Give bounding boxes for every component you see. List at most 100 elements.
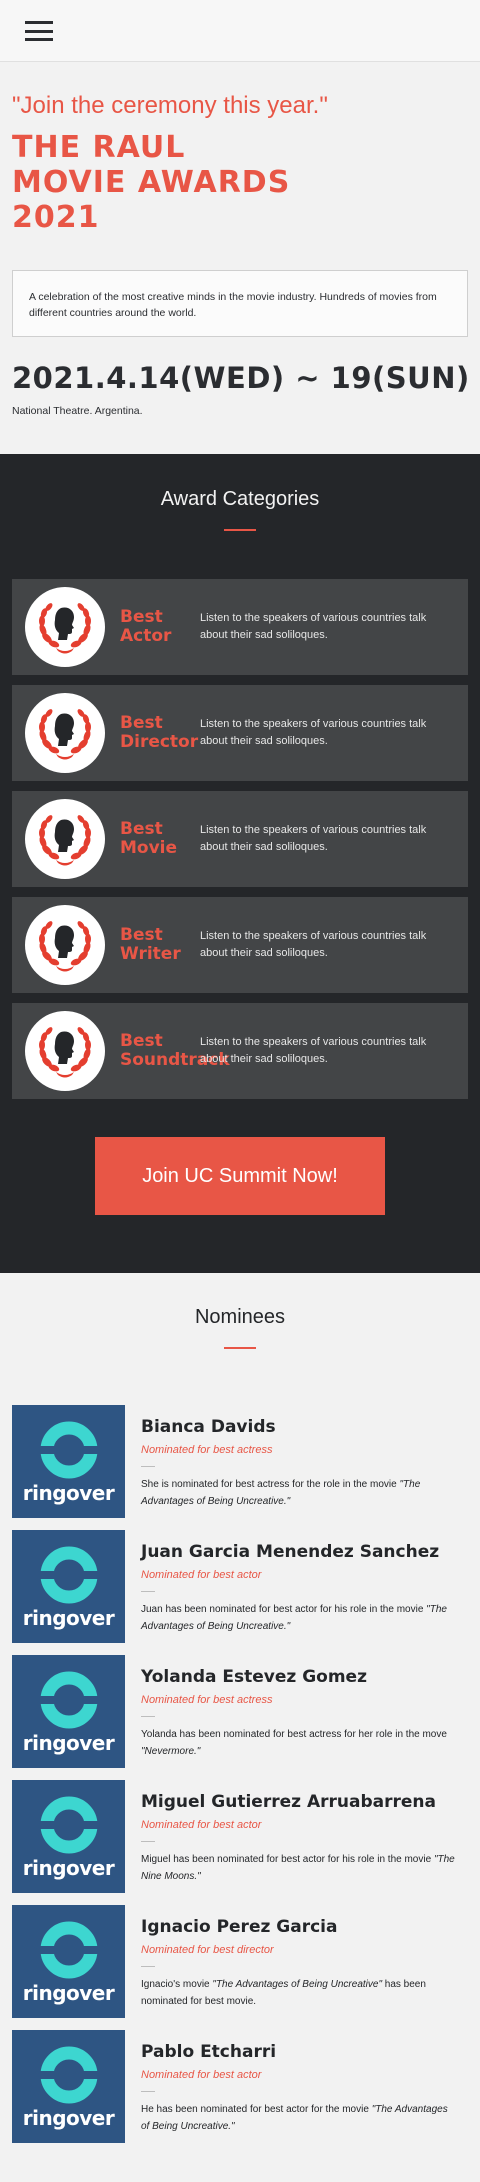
nominee-role: Nominated for best actor [141, 1569, 262, 1581]
nominee-role: Nominated for best actress [141, 1694, 273, 1706]
ringover-ring-icon [37, 1671, 100, 1729]
nominee-text-before: Ignacio's movie [141, 1979, 213, 1990]
award-list: Best Actor Listen to the speakers of var… [0, 579, 480, 1099]
award-name-line1: Best [120, 1031, 163, 1051]
award-name: Best Actor [120, 608, 200, 646]
ringover-logo: ringover [12, 1655, 125, 1768]
nominee-card[interactable]: ringover Yolanda Estevez Gomez Nominated… [12, 1655, 468, 1769]
nominee-card[interactable]: ringover Bianca Davids Nominated for bes… [12, 1405, 468, 1519]
nominees-section: Nominees ringover Bianca Davids Nominate… [0, 1273, 480, 2182]
ringover-ring-icon [37, 2046, 100, 2104]
section-divider [224, 529, 256, 531]
ringover-logo: ringover [12, 1780, 125, 1893]
nominee-body: Bianca Davids Nominated for best actress… [141, 1405, 468, 1519]
hero-title-line: 2021 [12, 200, 100, 235]
award-name: Best Soundtrack [120, 1031, 230, 1070]
laurel-silhouette-icon [25, 693, 105, 773]
ringover-ring-icon [37, 1796, 100, 1854]
laurel-silhouette-icon [25, 587, 105, 667]
nominee-body: Yolanda Estevez Gomez Nominated for best… [141, 1655, 468, 1769]
section-divider [224, 1347, 256, 1349]
award-name-line2: Movie [120, 838, 178, 858]
laurel-silhouette-icon [25, 1011, 105, 1091]
nominee-name: Juan Garcia Menendez Sanchez [141, 1542, 440, 1562]
ringover-logo: ringover [12, 2030, 125, 2143]
ringover-ring-icon [37, 1921, 100, 1979]
nominee-card[interactable]: ringover Juan Garcia Menendez Sanchez No… [12, 1530, 468, 1644]
top-bar [0, 0, 480, 62]
award-name-line2: Director [120, 732, 199, 752]
nominee-card[interactable]: ringover Ignacio Perez Garcia Nominated … [12, 1905, 468, 2019]
nominee-movie: "The Advantages of Being Uncreative" [212, 1979, 382, 1990]
nominee-list: ringover Bianca Davids Nominated for bes… [0, 1405, 480, 2144]
menu-line [25, 38, 53, 41]
hero-description: A celebration of the most creative minds… [12, 270, 468, 337]
nominee-text: Yolanda has been nominated for best actr… [141, 1726, 456, 1760]
award-card[interactable]: Best Movie Listen to the speakers of var… [12, 791, 468, 887]
ringover-logo: ringover [12, 1530, 125, 1643]
award-name: Best Director [120, 714, 200, 752]
award-description: Listen to the speakers of various countr… [200, 824, 427, 853]
hamburger-menu-icon[interactable] [25, 21, 53, 41]
ringover-ring-icon [37, 1546, 100, 1604]
nominee-name: Yolanda Estevez Gomez [141, 1667, 367, 1687]
nominee-text-before: He has been nominated for best actor for… [141, 2104, 372, 2115]
nominee-text: He has been nominated for best actor for… [141, 2101, 456, 2135]
event-date: 2021.4.14(WED) ~ 19(SUN) [12, 361, 470, 395]
award-description: Listen to the speakers of various countr… [200, 930, 427, 959]
nominee-movie: "Nevermore." [141, 1746, 201, 1757]
award-description: Listen to the speakers of various countr… [200, 1036, 427, 1065]
nominee-text: She is nominated for best actress for th… [141, 1476, 456, 1510]
ringover-logo: ringover [12, 1405, 125, 1518]
laurel-silhouette-svg [39, 1027, 91, 1078]
award-card[interactable]: Best Soundtrack Listen to the speakers o… [12, 1003, 468, 1099]
hero-section: "Join the ceremony this year." THE RAUL … [0, 62, 480, 454]
nominee-card[interactable]: ringover Miguel Gutierrez Arruabarrena N… [12, 1780, 468, 1894]
award-description: Listen to the speakers of various countr… [200, 718, 427, 747]
hero-title-line: THE RAUL [12, 130, 186, 165]
award-description: Listen to the speakers of various countr… [200, 612, 427, 641]
nominee-text: Ignacio's movie "The Advantages of Being… [141, 1976, 456, 2010]
nominee-rule [141, 1841, 155, 1842]
award-name-line1: Best [120, 925, 163, 945]
laurel-silhouette-svg [39, 603, 91, 654]
nominee-text: Juan has been nominated for best actor f… [141, 1601, 456, 1635]
hero-quote: "Join the ceremony this year." [12, 92, 328, 119]
nominee-text-before: Yolanda has been nominated for best actr… [141, 1729, 447, 1740]
award-name-line1: Best [120, 713, 163, 733]
ringover-ring-icon [37, 1421, 100, 1479]
menu-line [25, 21, 53, 24]
ringover-wordmark: ringover [22, 1981, 115, 2005]
nominee-card[interactable]: ringover Pablo Etcharri Nominated for be… [12, 2030, 468, 2144]
nominee-role: Nominated for best director [141, 1944, 274, 1956]
award-card[interactable]: Best Director Listen to the speakers of … [12, 685, 468, 781]
award-categories-section: Award Categories Best Actor Listen to th… [0, 454, 480, 1273]
nominee-name: Ignacio Perez Garcia [141, 1917, 338, 1937]
nominee-text-before: Miguel has been nominated for best actor… [141, 1854, 434, 1865]
award-name-line1: Best [120, 819, 163, 839]
ringover-wordmark: ringover [22, 1606, 115, 1630]
ringover-wordmark: ringover [22, 1481, 115, 1505]
nominee-role: Nominated for best actor [141, 2069, 262, 2081]
award-name-line2: Actor [120, 626, 172, 646]
nominee-rule [141, 1966, 155, 1967]
nominee-name: Pablo Etcharri [141, 2042, 277, 2062]
menu-line [25, 29, 53, 33]
nominee-body: Juan Garcia Menendez Sanchez Nominated f… [141, 1530, 468, 1644]
ringover-wordmark: ringover [22, 2106, 115, 2130]
cta-wrapper: Join UC Summit Now! [0, 1137, 480, 1215]
award-card[interactable]: Best Actor Listen to the speakers of var… [12, 579, 468, 675]
join-summit-button[interactable]: Join UC Summit Now! [95, 1137, 385, 1215]
nominee-text: Miguel has been nominated for best actor… [141, 1851, 456, 1885]
nominee-role: Nominated for best actress [141, 1444, 273, 1456]
nominee-text-before: She is nominated for best actress for th… [141, 1479, 400, 1490]
laurel-silhouette-icon [25, 799, 105, 879]
nominee-body: Pablo Etcharri Nominated for best actor … [141, 2030, 468, 2144]
nominee-rule [141, 1716, 155, 1717]
section-title: Award Categories [160, 488, 320, 510]
nominee-rule [141, 2091, 155, 2092]
award-card[interactable]: Best Writer Listen to the speakers of va… [12, 897, 468, 993]
nominee-rule [141, 1466, 155, 1467]
nominee-body: Ignacio Perez Garcia Nominated for best … [141, 1905, 468, 2019]
laurel-silhouette-svg [39, 709, 91, 760]
